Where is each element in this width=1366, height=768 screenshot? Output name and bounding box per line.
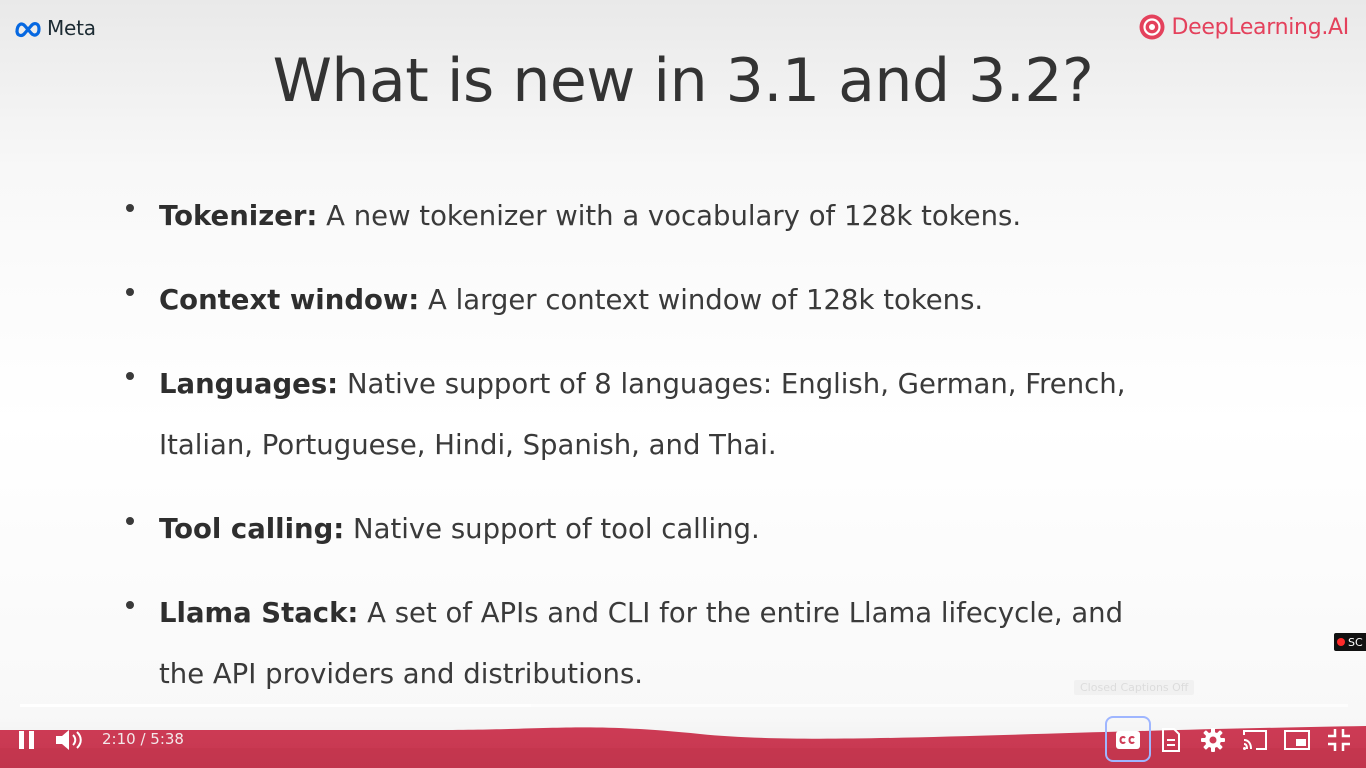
progress-bar-played xyxy=(20,704,532,707)
captions-tooltip: Closed Captions Off xyxy=(1074,680,1195,695)
deeplearning-mark-icon xyxy=(1139,14,1165,40)
bullet-item: Languages: Native support of 8 languages… xyxy=(122,354,1242,476)
recording-badge: SC xyxy=(1334,633,1366,651)
duration: 5:38 xyxy=(150,730,184,748)
time-separator: / xyxy=(135,730,151,748)
meta-logo-text: Meta xyxy=(47,16,96,40)
bullet-text: Native support of 8 languages: English, … xyxy=(346,368,1126,400)
bullet-text: A set of APIs and CLI for the entire Lla… xyxy=(367,597,1124,629)
bullet-term: Languages: xyxy=(159,368,339,400)
bullet-item: Tokenizer: A new tokenizer with a vocabu… xyxy=(122,186,1242,247)
miniplayer-button[interactable] xyxy=(1282,726,1312,754)
cast-icon xyxy=(1243,730,1267,750)
bullet-text: Native support of tool calling. xyxy=(353,513,760,545)
current-time: 2:10 xyxy=(102,730,136,748)
deeplearning-logo: DeepLearning.AI xyxy=(1138,13,1349,41)
bullet-term: Tool calling: xyxy=(159,513,345,545)
cast-button[interactable] xyxy=(1240,726,1270,754)
bullet-item: Tool calling: Native support of tool cal… xyxy=(122,499,1242,560)
slide-title: What is new in 3.1 and 3.2? xyxy=(272,46,1094,116)
meta-logo: Meta xyxy=(13,16,96,40)
record-dot-icon xyxy=(1337,638,1345,646)
settings-button[interactable] xyxy=(1198,726,1228,754)
exit-fullscreen-button[interactable] xyxy=(1324,726,1354,754)
bullet-text-continued: the API providers and distributions. xyxy=(159,658,644,690)
document-icon xyxy=(1162,728,1180,752)
deeplearning-logo-text: DeepLearning.AI xyxy=(1171,14,1349,40)
closed-captions-button[interactable] xyxy=(1112,726,1144,754)
transcript-button[interactable] xyxy=(1156,726,1186,754)
meta-infinity-icon xyxy=(15,22,41,38)
volume-button[interactable] xyxy=(52,726,86,754)
bullet-list: Tokenizer: A new tokenizer with a vocabu… xyxy=(122,186,1242,728)
pause-icon xyxy=(19,731,34,749)
gear-icon xyxy=(1201,728,1225,752)
slide: Meta DeepLearning.AI What is new in 3.1 … xyxy=(0,0,1366,768)
exit-fullscreen-icon xyxy=(1328,729,1350,751)
bullet-text-continued: Italian, Portuguese, Hindi, Spanish, and… xyxy=(159,429,777,461)
progress-bar[interactable] xyxy=(20,704,1348,707)
bullet-item: Context window: A larger context window … xyxy=(122,270,1242,331)
bullet-term: Context window: xyxy=(159,284,420,316)
closed-captions-icon xyxy=(1116,731,1140,749)
miniplayer-icon xyxy=(1284,730,1310,750)
bullet-text: A larger context window of 128k tokens. xyxy=(428,284,984,316)
bullet-term: Tokenizer: xyxy=(159,200,318,232)
bullet-text: A new tokenizer with a vocabulary of 128… xyxy=(326,200,1022,232)
volume-icon xyxy=(56,730,82,750)
bullet-term: Llama Stack: xyxy=(159,597,359,629)
pause-button[interactable] xyxy=(12,726,42,754)
recording-badge-label: SC xyxy=(1348,635,1363,649)
time-display: 2:10 / 5:38 xyxy=(102,730,184,748)
